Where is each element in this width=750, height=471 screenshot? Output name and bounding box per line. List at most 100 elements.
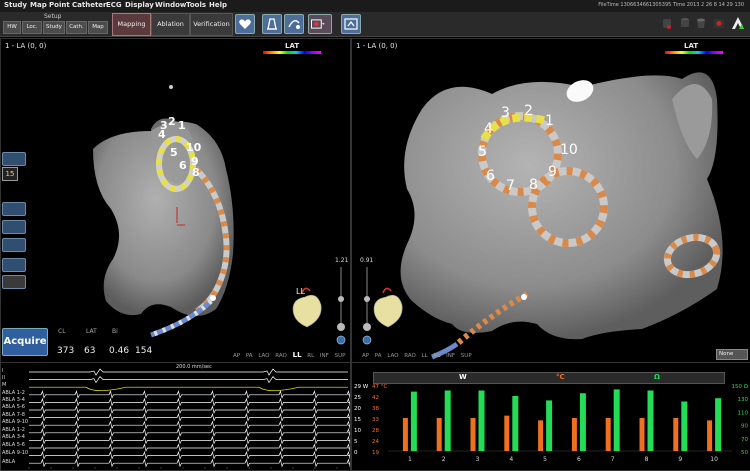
catheter-tool-icon[interactable]	[284, 14, 304, 34]
setup-study-button[interactable]: Study	[43, 21, 65, 34]
electrode-label: 2	[168, 115, 176, 128]
electrode-label: 3	[501, 105, 510, 121]
menu-window[interactable]: Window	[155, 1, 186, 9]
ecg-waveforms	[28, 368, 350, 469]
electrode-number-label: 10	[710, 456, 718, 463]
setup-hw-button[interactable]: HW	[3, 21, 21, 34]
left-anatomy-render[interactable]	[1, 39, 350, 362]
electrode-number-label: 1	[408, 456, 412, 463]
setup-map-button[interactable]: Map	[88, 21, 108, 34]
electrode-label: 1	[178, 119, 186, 132]
bi-header: Bi	[112, 328, 118, 335]
setup-cath-button[interactable]: Cath.	[66, 21, 87, 34]
toolbar: Setup HW Loc. Study Cath. Map Mapping Ab…	[0, 12, 750, 37]
bucket-icon[interactable]	[695, 16, 707, 30]
extra-tool-icon[interactable]	[2, 275, 26, 289]
right-map-view[interactable]: 1 - LA (0, 0) LAT 0.91 3 2 4 1 5 10 6 7 …	[351, 38, 750, 363]
electrode-label: 6	[486, 168, 495, 184]
surface-tool-icon[interactable]	[2, 238, 26, 252]
right-anatomy-render[interactable]	[352, 39, 750, 362]
impedance-axis-tick: 130	[738, 397, 749, 403]
ablation-chart-panel: W °C Ω 1 2 3 4 5 6 7 8 9 10 29 W 47 °C 25 42 20 38 15 33 1…	[351, 362, 750, 471]
view-ap-button[interactable]: AP	[362, 353, 369, 359]
right-lat-colorbar	[665, 51, 723, 54]
menu-catheter[interactable]: Catheter	[72, 1, 106, 9]
electrode-number-label: 9	[678, 456, 682, 463]
view-lao-button[interactable]: LAO	[258, 353, 269, 359]
impedance-axis-tick: 150 Ω	[732, 384, 748, 390]
pointer-tool-icon[interactable]	[2, 152, 26, 166]
view-sup-button[interactable]: SUP	[335, 353, 346, 359]
acquire-button[interactable]: Acquire	[2, 328, 48, 356]
temperature-bar	[639, 418, 645, 451]
menu-tools[interactable]: Tools	[186, 1, 206, 9]
watts-axis-tick: 15	[354, 417, 361, 423]
cl-header: CL	[58, 328, 66, 335]
view-inf-button[interactable]: INF	[320, 353, 329, 359]
impedance-bar	[681, 401, 688, 451]
cylinder-icon[interactable]	[679, 16, 691, 30]
electrode-label: 9	[548, 164, 557, 180]
view-rao-button[interactable]: RAO	[275, 353, 287, 359]
impedance-axis-tick: 90	[741, 424, 748, 430]
anatomy-tool-icon[interactable]	[262, 14, 282, 34]
right-zoom-value: 0.91	[360, 257, 374, 264]
temperature-axis-tick: 19	[372, 450, 379, 456]
ecg-trace	[29, 386, 348, 392]
mode-verification-tab[interactable]: Verification	[190, 13, 233, 36]
impedance-bar	[410, 391, 417, 451]
menu-display[interactable]: Display	[125, 1, 154, 9]
temperature-bar	[436, 418, 442, 451]
impedance-bar	[613, 389, 620, 451]
temperature-axis-tick: 42	[372, 395, 379, 401]
view-rl-button[interactable]: RL	[434, 353, 441, 359]
view-rao-button[interactable]: RAO	[404, 353, 416, 359]
view-rl-button[interactable]: RL	[307, 353, 314, 359]
menu-point[interactable]: Point	[49, 1, 70, 9]
electrode-label: 10	[186, 141, 202, 154]
display-select[interactable]: None	[716, 349, 748, 360]
ecg-trace	[29, 420, 350, 430]
tag-tool-icon[interactable]	[2, 202, 26, 216]
view-ap-button[interactable]: AP	[233, 353, 240, 359]
ablation-bar-chart: 1 2 3 4 5 6 7 8 9 10 29 W 47 °C 25 42 20 38 15 33 10 28 5 24 0…	[354, 384, 749, 463]
menu-study[interactable]: Study	[4, 1, 27, 9]
drum-icon[interactable]	[661, 16, 673, 30]
view-ll-button[interactable]: LL	[293, 351, 302, 359]
view-lao-button[interactable]: LAO	[387, 353, 398, 359]
temperature-axis-tick: 38	[372, 406, 379, 412]
menu-help[interactable]: Help	[209, 1, 227, 9]
left-map-view[interactable]: 1 - LA (0, 0) LAT 1.21 LL 3 2 1 4 10 5 9…	[0, 38, 351, 363]
watts-axis-tick: 29 W	[354, 384, 369, 390]
electrode-label: 7	[506, 178, 515, 194]
menu-map[interactable]: Map	[30, 1, 47, 9]
orientation-label: LL	[296, 287, 305, 296]
settings-tool-icon[interactable]	[2, 258, 26, 272]
side-value: 15	[5, 170, 15, 178]
view-sup-button[interactable]: SUP	[461, 353, 472, 359]
recording-tool-icon[interactable]	[308, 14, 332, 34]
view-inf-button[interactable]: INF	[446, 353, 455, 359]
mode-ablation-tab[interactable]: Ablation	[151, 13, 190, 36]
watts-axis-tick: 0	[354, 450, 358, 456]
side-value-box[interactable]: 15	[2, 167, 18, 181]
mode-mapping-tab[interactable]: Mapping	[112, 13, 151, 36]
electrode-number-label: 2	[442, 456, 446, 463]
setup-loc-button[interactable]: Loc.	[22, 21, 42, 34]
view-pa-button[interactable]: PA	[375, 353, 382, 359]
temperature-bar	[673, 418, 679, 451]
point-tool-icon[interactable]	[2, 220, 26, 234]
temperature-bar	[605, 418, 611, 451]
record-dot-icon[interactable]	[713, 16, 725, 30]
map-heart-icon[interactable]	[235, 14, 255, 34]
menu-ecg[interactable]: ECG	[106, 1, 122, 9]
view-ll-button[interactable]: LL	[422, 353, 428, 359]
ecg-traces-panel[interactable]: 200.0 mm/sec I II M ABLA 1-2 ABLA 3-4 AB…	[0, 362, 351, 471]
brand-logo-icon	[732, 17, 744, 29]
window-layout-icon[interactable]	[341, 14, 361, 34]
watts-axis-tick: 5	[354, 439, 358, 445]
view-pa-button[interactable]: PA	[246, 353, 253, 359]
ecg-trace	[29, 458, 350, 468]
electrode-label: 10	[560, 142, 578, 158]
impedance-axis-tick: 110	[738, 410, 749, 416]
